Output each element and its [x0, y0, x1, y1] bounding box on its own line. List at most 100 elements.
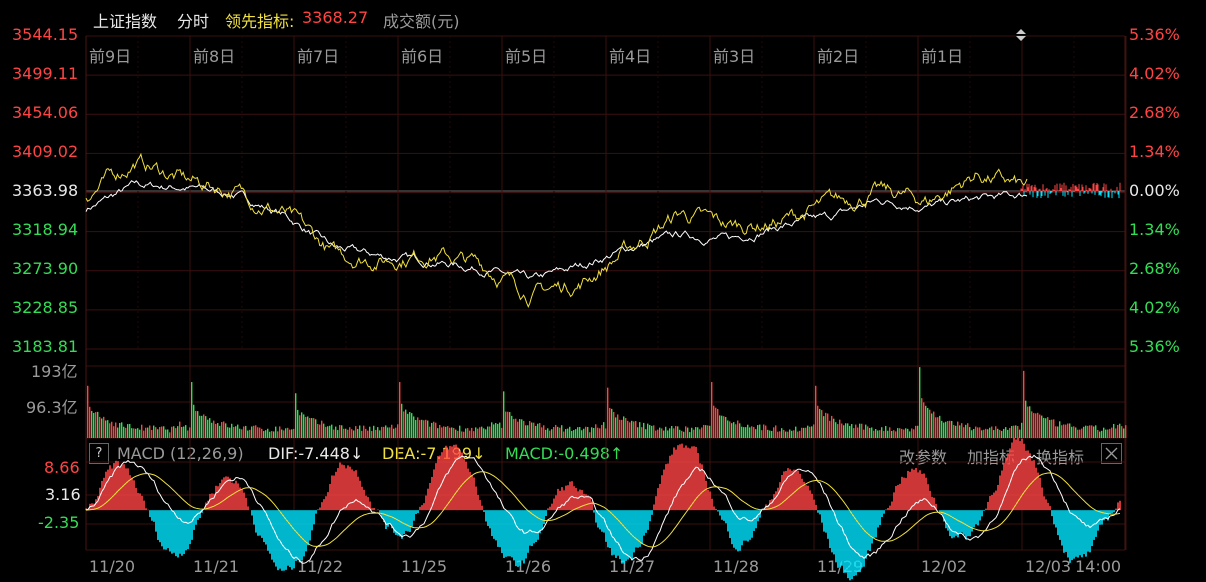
- volume-bar: [719, 415, 721, 438]
- volume-bar: [225, 423, 227, 438]
- volume-bar: [145, 427, 147, 438]
- volume-bar: [1075, 427, 1077, 438]
- volume-bar: [163, 426, 165, 438]
- volume-bar: [235, 426, 237, 438]
- volume-bar: [1121, 426, 1123, 438]
- volume-bar: [609, 407, 611, 438]
- volume-bar: [667, 430, 669, 438]
- volume-bar: [489, 426, 491, 438]
- volume-bar: [823, 416, 825, 438]
- volume-bar: [983, 429, 985, 438]
- volume-bar: [705, 425, 707, 438]
- volume-bar: [1097, 429, 1099, 438]
- volume-bar: [811, 426, 813, 438]
- volume-bar: [325, 426, 327, 438]
- volume-bar: [599, 428, 601, 438]
- volume-bar: [619, 419, 621, 438]
- volume-bar: [849, 425, 851, 438]
- volume-bar: [299, 415, 301, 438]
- volume-bar: [1035, 413, 1037, 438]
- volume-bar: [885, 425, 887, 438]
- volume-bar: [303, 414, 305, 438]
- volume-bar: [537, 423, 539, 438]
- volume-bar: [283, 430, 285, 438]
- volume-bar: [567, 428, 569, 438]
- volume-bar: [379, 430, 381, 438]
- volume-bar: [529, 420, 531, 438]
- volume-bar: [127, 424, 129, 438]
- volume-bar: [121, 422, 123, 438]
- volume-bar: [969, 427, 971, 438]
- volume-bar: [131, 428, 133, 438]
- volume-bar: [581, 430, 583, 438]
- volume-bar: [779, 431, 781, 438]
- volume-bar: [353, 430, 355, 438]
- volume-bar: [723, 416, 725, 438]
- volume-bar: [545, 429, 547, 438]
- volume-bar: [509, 412, 511, 438]
- volume-bar: [501, 427, 503, 438]
- volume-bar: [381, 426, 383, 438]
- volume-bar: [419, 420, 421, 438]
- volume-bar: [385, 425, 387, 438]
- volume-bar: [355, 426, 357, 438]
- volume-bar: [949, 420, 951, 438]
- volume-bar: [87, 385, 89, 438]
- volume-bar: [865, 424, 867, 438]
- volume-bar: [401, 403, 403, 438]
- volume-bar: [687, 427, 689, 438]
- volume-bar: [195, 410, 197, 438]
- volume-bar: [573, 430, 575, 438]
- volume-bar: [769, 430, 771, 438]
- volume-bar: [1005, 427, 1007, 438]
- volume-bar: [111, 421, 113, 438]
- volume-bar: [675, 426, 677, 438]
- volume-bar: [1051, 419, 1053, 438]
- volume-bar: [765, 425, 767, 438]
- volume-bar: [801, 427, 803, 438]
- volume-bar: [441, 427, 443, 438]
- volume-bar: [505, 411, 507, 438]
- volume-bar: [237, 424, 239, 438]
- volume-bar: [137, 428, 139, 438]
- volume-bar: [831, 415, 833, 438]
- volume-bar: [159, 426, 161, 438]
- volume-bar: [1093, 426, 1095, 438]
- volume-bar: [553, 426, 555, 438]
- volume-bar: [481, 426, 483, 438]
- volume-bar: [1105, 429, 1107, 438]
- volume-bar: [1009, 427, 1011, 438]
- volume-bar: [743, 427, 745, 438]
- chart-canvas[interactable]: [0, 0, 1206, 582]
- volume-bar: [149, 425, 151, 438]
- volume-bar: [333, 429, 335, 438]
- volume-bar: [659, 427, 661, 438]
- volume-bar: [1039, 414, 1041, 438]
- volume-bar: [345, 428, 347, 438]
- leading-line: [85, 152, 1028, 308]
- volume-bar: [947, 421, 949, 438]
- volume-bar: [167, 429, 169, 438]
- volume-bar: [771, 430, 773, 438]
- volume-bar: [309, 418, 311, 438]
- volume-bar: [445, 426, 447, 438]
- volume-bar: [795, 426, 797, 438]
- volume-bar: [435, 422, 437, 438]
- volume-bar: [655, 430, 657, 438]
- volume-bar: [135, 428, 137, 438]
- volume-bar: [695, 427, 697, 438]
- volume-bar: [189, 427, 191, 438]
- volume-bar: [979, 427, 981, 438]
- volume-bar: [923, 402, 925, 438]
- volume-bar: [389, 427, 391, 438]
- volume-bar: [459, 425, 461, 438]
- volume-bar: [759, 424, 761, 438]
- volume-bar: [1057, 426, 1059, 438]
- volume-bar: [417, 417, 419, 438]
- volume-bar: [493, 424, 495, 438]
- volume-bar: [115, 422, 117, 438]
- volume-bar: [647, 423, 649, 438]
- volume-bar: [357, 428, 359, 438]
- volume-bar: [363, 425, 365, 438]
- volume-bar: [339, 424, 341, 438]
